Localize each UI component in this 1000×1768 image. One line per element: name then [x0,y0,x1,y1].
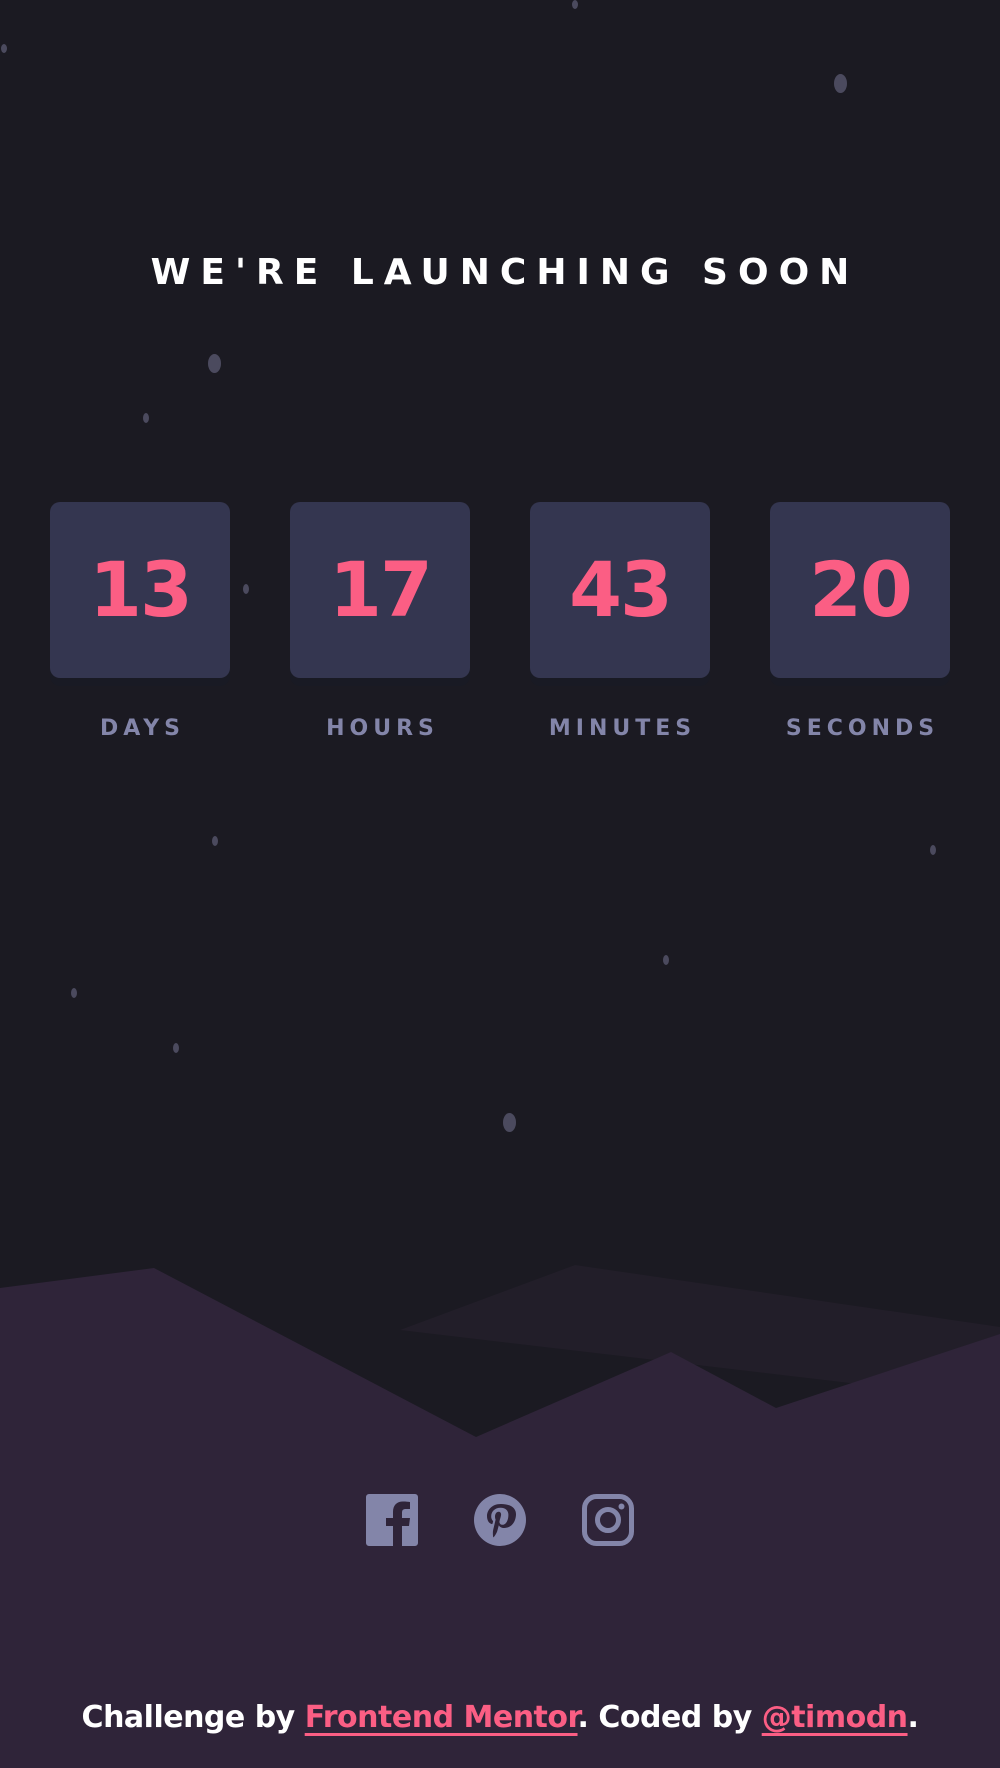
instagram-link[interactable] [582,1494,634,1546]
countdown-unit-hours: 17 HOURS [290,502,470,741]
days-value: 13 [89,545,193,634]
attribution: Challenge by Frontend Mentor. Coded by @… [0,1700,1000,1735]
seconds-value: 20 [809,545,913,634]
countdown-unit-minutes: 43 MINUTES [530,502,710,741]
star [208,354,221,373]
star [572,0,578,9]
instagram-icon [582,1494,634,1546]
countdown-unit-seconds: 20 SECONDS [770,502,950,741]
facebook-icon [366,1494,418,1546]
author-link[interactable]: @timodn [762,1700,908,1735]
flip-card: 20 [770,502,950,678]
star [834,74,847,93]
minutes-value: 43 [569,545,673,634]
star [212,836,218,846]
social-links [366,1494,636,1546]
flip-card: 13 [50,502,230,678]
facebook-link[interactable] [366,1494,418,1546]
countdown-timer: 13 DAYS 17 HOURS 43 MINUTES 20 SECONDS [50,502,950,762]
star [503,1113,516,1132]
attribution-middle: . Coded by [577,1700,762,1735]
star [71,988,77,998]
landing-page: WE'RE LAUNCHING SOON 13 DAYS 17 HOURS 43… [0,0,1000,1768]
minutes-label: MINUTES [548,716,697,741]
seconds-label: SECONDS [785,716,940,741]
hours-value: 17 [329,545,433,634]
frontend-mentor-link[interactable]: Frontend Mentor [305,1700,578,1735]
flip-card: 17 [290,502,470,678]
pinterest-icon [474,1494,526,1546]
pinterest-link[interactable] [474,1494,526,1546]
countdown-unit-days: 13 DAYS [50,502,230,741]
hours-label: HOURS [326,716,439,741]
attribution-prefix: Challenge by [81,1700,305,1735]
star [663,955,669,965]
attribution-suffix: . [907,1700,919,1735]
star [1,44,7,53]
star [173,1043,179,1053]
star [930,845,936,855]
star [143,413,149,423]
days-label: DAYS [100,716,185,741]
page-title: WE'RE LAUNCHING SOON [150,252,860,293]
flip-card: 43 [530,502,710,678]
